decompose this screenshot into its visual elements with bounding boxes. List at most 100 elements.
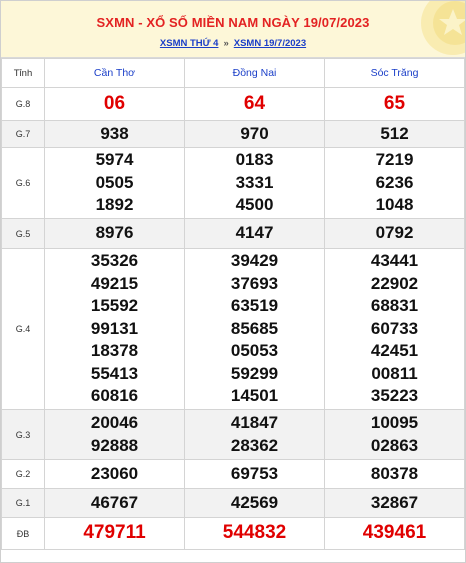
lottery-number: 23060 <box>90 463 139 483</box>
prize-cell: 42569 <box>184 488 325 518</box>
table-row: G.1 46767 42569 32867 <box>1 488 465 518</box>
lottery-number: 99131 <box>90 318 139 338</box>
lottery-number: 20046 <box>90 412 139 432</box>
prize-cell: 938 <box>44 120 185 148</box>
prize-cell: 32867 <box>324 488 465 518</box>
prize-cell: 35326 49215 15592 99131 18378 55413 60816 <box>44 248 185 410</box>
lottery-number: 59299 <box>230 363 279 383</box>
lottery-number: 18378 <box>90 341 139 361</box>
number-stack: 42569 <box>185 492 324 515</box>
prize-label: G.1 <box>1 488 45 518</box>
lottery-number: 41847 <box>230 412 279 432</box>
prize-label: G.7 <box>1 120 45 148</box>
lottery-number: 6236 <box>375 172 414 192</box>
lottery-number: 46767 <box>90 492 139 512</box>
number-stack: 80378 <box>325 463 464 486</box>
lottery-number: 49215 <box>90 273 139 293</box>
column-header-can-tho[interactable]: Cần Thơ <box>44 58 185 88</box>
link-date[interactable]: XSMN 19/7/2023 <box>234 38 306 49</box>
table-row: G.7 938 970 512 <box>1 120 465 148</box>
table-row: G.2 23060 69753 80378 <box>1 459 465 489</box>
prize-cell: 43441 22902 68831 60733 42451 00811 35223 <box>324 248 465 410</box>
number-stack: 41847 28362 <box>185 412 324 457</box>
lottery-number: 32867 <box>370 492 419 512</box>
table-header-row: Tỉnh Cần Thơ Đồng Nai Sóc Trăng <box>1 58 465 88</box>
number-stack: 4147 <box>185 222 324 245</box>
number-stack: 7219 6236 1048 <box>325 149 464 217</box>
prize-cell: 39429 37693 63519 85685 05053 59299 14501 <box>184 248 325 410</box>
prize-cell: 69753 <box>184 459 325 489</box>
number-stack: 39429 37693 63519 85685 05053 59299 14501 <box>185 250 324 408</box>
prize-label: ĐB <box>1 517 45 550</box>
number-stack: 10095 02863 <box>325 412 464 457</box>
lottery-number: 0792 <box>375 223 414 243</box>
lottery-number: 7219 <box>375 150 414 170</box>
link-weekday[interactable]: XSMN THỨ 4 <box>160 38 219 49</box>
number-stack: 0183 3331 4500 <box>185 149 324 217</box>
prize-cell: 10095 02863 <box>324 409 465 460</box>
lottery-number: 544832 <box>222 522 287 544</box>
number-stack: 439461 <box>325 522 464 545</box>
lottery-number: 63519 <box>230 296 279 316</box>
prize-cell: 0792 <box>324 218 465 249</box>
lottery-number: 42569 <box>230 492 279 512</box>
prize-cell: 64 <box>184 87 325 121</box>
lottery-number: 60733 <box>370 318 419 338</box>
lottery-number: 0505 <box>95 172 134 192</box>
prize-label: G.6 <box>1 147 45 219</box>
prize-cell: 7219 6236 1048 <box>324 147 465 219</box>
prize-label: G.5 <box>1 218 45 249</box>
lottery-number: 43441 <box>370 250 419 270</box>
lottery-number: 0183 <box>235 150 274 170</box>
results-widget: SXMN - XỔ SỐ MIỀN NAM NGÀY 19/07/2023 XS… <box>0 0 466 563</box>
table-row: G.3 20046 92888 41847 28362 10095 02863 <box>1 409 465 460</box>
prize-cell: 41847 28362 <box>184 409 325 460</box>
breadcrumb: XSMN THỨ 4 » XSMN 19/7/2023 <box>1 38 465 49</box>
prize-cell: 439461 <box>324 517 465 550</box>
number-stack: 544832 <box>185 522 324 545</box>
lottery-number: 22902 <box>370 273 419 293</box>
lottery-number: 1892 <box>95 195 134 215</box>
lottery-number: 4500 <box>235 195 274 215</box>
number-stack: 938 <box>45 123 184 146</box>
prize-label: G.8 <box>1 87 45 121</box>
column-header-dong-nai[interactable]: Đồng Nai <box>184 58 325 88</box>
prize-cell: 46767 <box>44 488 185 518</box>
number-stack: 479711 <box>45 522 184 545</box>
lottery-number: 1048 <box>375 195 414 215</box>
lottery-number: 3331 <box>235 172 274 192</box>
lottery-number: 14501 <box>230 386 279 406</box>
prize-cell: 4147 <box>184 218 325 249</box>
prize-cell: 65 <box>324 87 465 121</box>
lottery-number: 8976 <box>95 223 134 243</box>
lottery-number: 92888 <box>90 435 139 455</box>
column-header-soc-trang[interactable]: Sóc Trăng <box>324 58 465 88</box>
lottery-number: 35223 <box>370 386 419 406</box>
number-stack: 65 <box>325 93 464 116</box>
lottery-number: 42451 <box>370 341 419 361</box>
prize-cell: 80378 <box>324 459 465 489</box>
number-stack: 64 <box>185 93 324 116</box>
number-stack: 06 <box>45 93 184 116</box>
lottery-number: 80378 <box>370 463 419 483</box>
results-header: SXMN - XỔ SỐ MIỀN NAM NGÀY 19/07/2023 XS… <box>1 1 465 58</box>
number-stack: 32867 <box>325 492 464 515</box>
prize-cell: 5974 0505 1892 <box>44 147 185 219</box>
breadcrumb-separator: » <box>223 38 229 49</box>
prize-label: G.2 <box>1 459 45 489</box>
lottery-number: 28362 <box>230 435 279 455</box>
lottery-number: 65 <box>383 92 406 114</box>
prize-cell: 512 <box>324 120 465 148</box>
table-row: G.6 5974 0505 1892 0183 3331 4500 7219 6236 1048 <box>1 147 465 219</box>
lottery-number: 55413 <box>90 363 139 383</box>
lottery-number: 938 <box>100 123 129 143</box>
lottery-number: 5974 <box>95 150 134 170</box>
lottery-number: 06 <box>103 92 126 114</box>
number-stack: 35326 49215 15592 99131 18378 55413 60816 <box>45 250 184 408</box>
prize-cell: 970 <box>184 120 325 148</box>
number-stack: 0792 <box>325 222 464 245</box>
lottery-number: 35326 <box>90 250 139 270</box>
number-stack: 23060 <box>45 463 184 486</box>
prize-cell: 23060 <box>44 459 185 489</box>
prize-cell: 544832 <box>184 517 325 550</box>
